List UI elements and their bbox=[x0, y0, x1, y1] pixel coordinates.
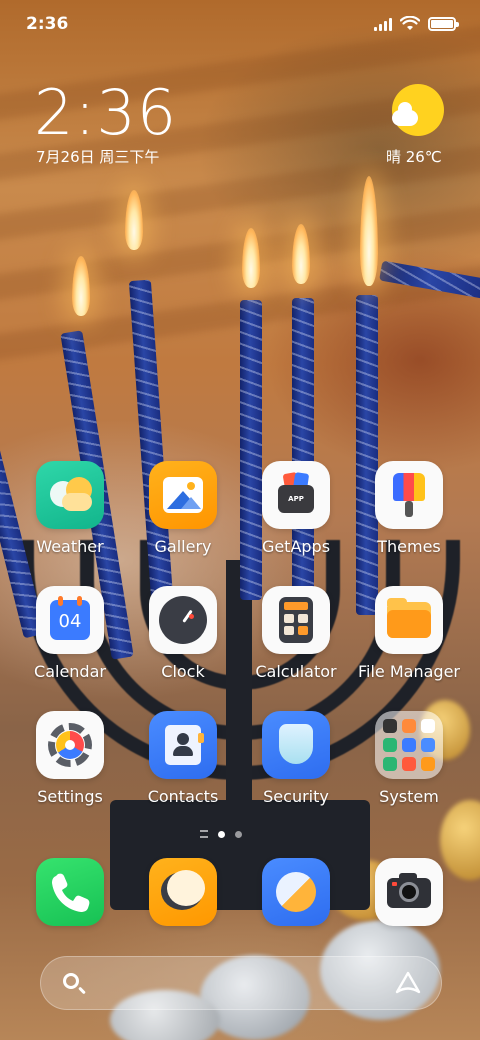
status-bar: 2:36 bbox=[0, 0, 480, 52]
folder-icon bbox=[375, 711, 443, 779]
app-calendar[interactable]: 04 Calendar bbox=[15, 586, 125, 681]
calculator-icon bbox=[262, 586, 330, 654]
app-file-manager[interactable]: File Manager bbox=[354, 586, 464, 681]
app-folder-system[interactable]: System bbox=[354, 711, 464, 806]
app-clock[interactable]: Clock bbox=[128, 586, 238, 681]
app-security[interactable]: Security bbox=[241, 711, 351, 806]
search-bar[interactable] bbox=[40, 956, 442, 1010]
settings-icon bbox=[36, 711, 104, 779]
assistant-icon[interactable] bbox=[395, 971, 421, 995]
gallery-icon bbox=[149, 461, 217, 529]
app-gallery[interactable]: Gallery bbox=[128, 461, 238, 556]
battery-icon bbox=[428, 17, 459, 31]
app-weather[interactable]: Weather bbox=[15, 461, 125, 556]
messages-icon bbox=[149, 858, 217, 926]
app-label: System bbox=[379, 787, 439, 806]
app-label: Security bbox=[263, 787, 329, 806]
dock-camera[interactable] bbox=[354, 858, 464, 926]
signal-icon bbox=[374, 17, 392, 31]
dock-phone[interactable] bbox=[15, 858, 125, 926]
file-manager-icon bbox=[375, 586, 443, 654]
search-icon bbox=[63, 973, 79, 989]
app-themes[interactable]: Themes bbox=[354, 461, 464, 556]
clock-icon bbox=[149, 586, 217, 654]
clock-widget-time[interactable]: 2:36 bbox=[34, 76, 177, 149]
status-time: 2:36 bbox=[26, 14, 69, 34]
dock-browser[interactable] bbox=[241, 858, 351, 926]
phone-icon bbox=[36, 858, 104, 926]
app-label: Calendar bbox=[34, 662, 106, 681]
calendar-icon: 04 bbox=[36, 586, 104, 654]
app-getapps[interactable]: APP GetApps bbox=[241, 461, 351, 556]
wifi-icon bbox=[400, 16, 420, 30]
themes-icon bbox=[375, 461, 443, 529]
app-label: Weather bbox=[36, 537, 104, 556]
getapps-badge: APP bbox=[278, 485, 314, 513]
app-label: Clock bbox=[161, 662, 205, 681]
app-label: Gallery bbox=[154, 537, 212, 556]
app-label: File Manager bbox=[358, 662, 460, 681]
weather-icon bbox=[36, 461, 104, 529]
page-indicator[interactable] bbox=[200, 830, 242, 838]
app-contacts[interactable]: Contacts bbox=[128, 711, 238, 806]
calendar-day: 04 bbox=[50, 600, 90, 640]
page-dot bbox=[235, 830, 242, 838]
app-label: GetApps bbox=[261, 537, 331, 556]
cloud-icon bbox=[392, 102, 418, 126]
app-settings[interactable]: Settings bbox=[15, 711, 125, 806]
security-icon bbox=[262, 711, 330, 779]
dock-messages[interactable] bbox=[128, 858, 238, 926]
page-dot-active bbox=[218, 830, 225, 838]
app-label: Themes bbox=[377, 537, 441, 556]
app-label: Settings bbox=[37, 787, 103, 806]
app-label: Calculator bbox=[255, 662, 337, 681]
getapps-icon: APP bbox=[262, 461, 330, 529]
clock-widget-date[interactable]: 7月26日 周三下午 bbox=[36, 146, 159, 167]
browser-icon bbox=[262, 858, 330, 926]
camera-icon bbox=[375, 858, 443, 926]
app-calculator[interactable]: Calculator bbox=[241, 586, 351, 681]
weather-widget-text: 晴 26℃ bbox=[386, 148, 442, 166]
app-label: Contacts bbox=[147, 787, 219, 806]
menu-lines-icon bbox=[200, 830, 208, 838]
contacts-icon bbox=[149, 711, 217, 779]
